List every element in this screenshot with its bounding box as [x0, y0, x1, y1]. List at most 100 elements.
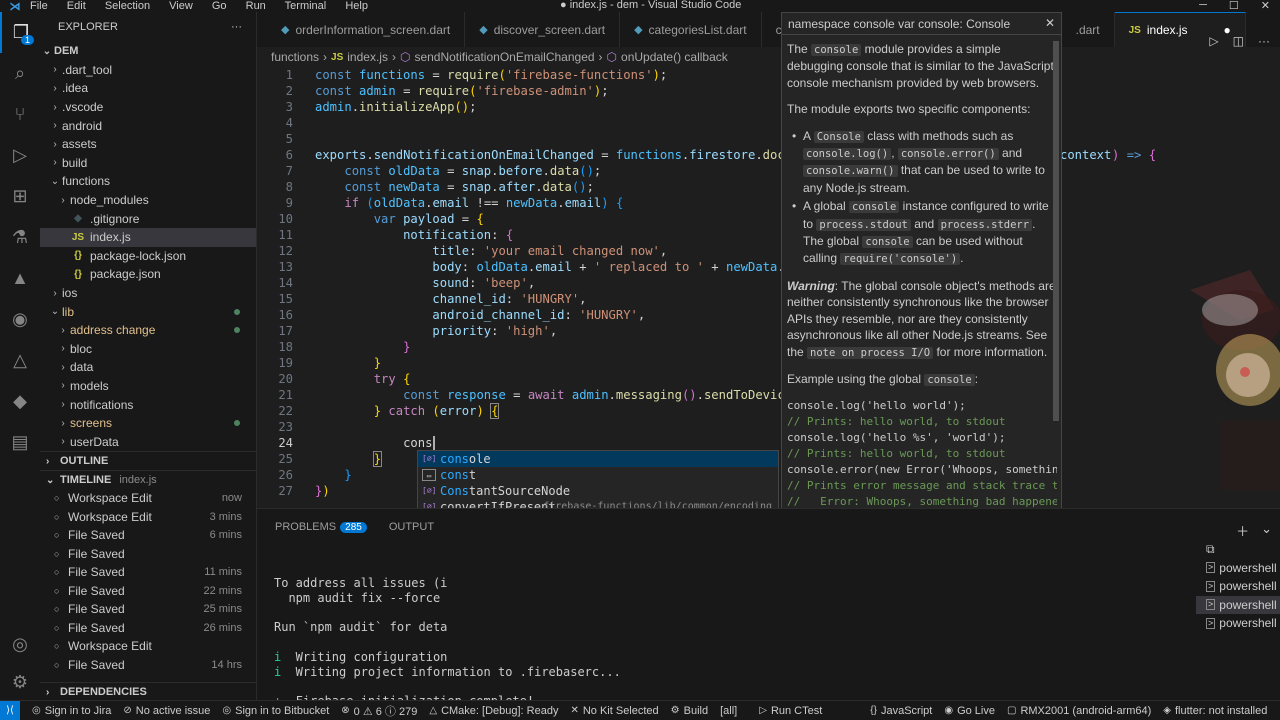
tree-item[interactable]: {} package-lock.json [40, 247, 256, 266]
explorer-activity[interactable]: ❐ 1 [0, 12, 40, 53]
note-link[interactable]: note on process I/O [807, 346, 934, 359]
accounts-activity[interactable]: ◎ [0, 624, 40, 665]
testing-activity[interactable]: ⚗ [0, 217, 40, 258]
cmake-activity[interactable]: △ [0, 340, 40, 381]
dependencies-section[interactable]: › DEPENDENCIES [40, 682, 256, 700]
github-activity[interactable]: ◉ [0, 299, 40, 340]
timeline-item[interactable]: ○ File Saved [40, 545, 256, 564]
status-item[interactable]: {} JavaScript [870, 703, 932, 719]
tab-categories-list[interactable]: ◆ categoriesList.dart [620, 12, 762, 47]
breadcrumb-file[interactable]: index.js [347, 50, 388, 64]
timeline-item[interactable]: ○ Workspace Edit now [40, 489, 256, 508]
suggestion-item[interactable]: ▭ const [418, 467, 778, 483]
tree-item[interactable]: › screens [40, 414, 256, 433]
close-window-icon[interactable]: ✕ [1261, 0, 1270, 12]
hover-scrollbar[interactable] [1053, 41, 1059, 421]
status-item[interactable]: △ CMake: [Debug]: Ready [429, 703, 558, 719]
status-item[interactable]: ⚙ Build [671, 703, 708, 719]
terminal-item[interactable]: > powershell [1196, 577, 1280, 596]
new-terminal-icon[interactable]: ＋ [1236, 521, 1249, 540]
tree-item[interactable]: › bloc [40, 340, 256, 359]
notebook-activity[interactable]: ▤ [0, 422, 40, 463]
source-control-activity[interactable]: ⑂ [0, 94, 40, 135]
more-actions-icon[interactable]: ··· [231, 21, 242, 33]
tree-item[interactable]: › .dart_tool [40, 61, 256, 80]
close-icon[interactable]: ✕ [1045, 16, 1055, 30]
status-item[interactable]: ⊘ No active issue [123, 703, 210, 719]
search-activity[interactable]: ⌕ [0, 53, 40, 94]
suggestion-item[interactable]: [∅] ConstantSourceNode [418, 483, 778, 499]
run-icon[interactable]: ▷ [1209, 34, 1218, 48]
tree-item[interactable]: {} package.json [40, 265, 256, 284]
tree-item[interactable]: › address change [40, 321, 256, 340]
suggestion-item[interactable]: [∅] console [418, 451, 778, 467]
status-item[interactable]: ✕ No Kit Selected [570, 703, 658, 719]
status-item[interactable]: ⊗ 0 ⚠ 6 ⓘ 279 [341, 703, 417, 719]
minimize-icon[interactable]: ─ [1199, 0, 1207, 12]
tree-item[interactable]: › userData [40, 432, 256, 451]
tree-item[interactable]: ◆ .gitignore [40, 209, 256, 228]
timeline-item[interactable]: ○ File Saved 22 mins [40, 582, 256, 601]
status-item[interactable]: [all] [720, 703, 737, 719]
tree-item[interactable]: › notifications [40, 395, 256, 414]
chevron-down-icon[interactable]: ⌄ [1261, 521, 1272, 540]
tree-item[interactable]: › .vscode [40, 98, 256, 117]
split-editor-icon[interactable]: ◫ [1233, 34, 1244, 48]
terminal-item[interactable]: > powershell [1196, 559, 1280, 578]
tree-item[interactable]: ⌄ lib [40, 302, 256, 321]
tree-item[interactable]: › data [40, 358, 256, 377]
status-item[interactable]: ▢ RMX2001 (android-arm64) [1007, 703, 1151, 719]
timeline-item[interactable]: ○ Workspace Edit [40, 637, 256, 656]
tree-item[interactable]: › node_modules [40, 191, 256, 210]
timeline-item[interactable]: ○ File Saved 11 mins [40, 563, 256, 582]
breadcrumb-symbol[interactable]: sendNotificationOnEmailChanged [414, 50, 594, 64]
extensions-activity[interactable]: ⊞ [0, 176, 40, 217]
terminal-output[interactable]: To address all issues (i npm audit fix -… [274, 561, 621, 720]
maximize-icon[interactable]: ☐ [1229, 0, 1239, 12]
more-actions-icon[interactable]: ··· [1258, 34, 1270, 48]
tree-item[interactable]: › models [40, 377, 256, 396]
terminal-item[interactable]: > powershell [1196, 595, 1280, 614]
menu-file[interactable]: File [30, 0, 48, 12]
status-item[interactable]: ◎ Sign in to Bitbucket [222, 703, 329, 719]
status-item[interactable]: ◎ Sign in to Jira [32, 703, 111, 719]
timeline-item[interactable]: ○ Workspace Edit 3 mins [40, 508, 256, 527]
menu-go[interactable]: Go [212, 0, 227, 12]
run-debug-activity[interactable]: ▷ [0, 135, 40, 176]
tree-item[interactable]: › .idea [40, 79, 256, 98]
menu-help[interactable]: Help [345, 0, 368, 12]
terminal-group-icon[interactable]: ⧉ [1196, 540, 1280, 559]
tree-item[interactable]: › build [40, 154, 256, 173]
tree-item[interactable]: › ios [40, 284, 256, 303]
tree-item[interactable]: ⌄ functions [40, 172, 256, 191]
tree-item[interactable]: › assets [40, 135, 256, 154]
outline-section[interactable]: › OUTLINE [40, 451, 256, 470]
tab-dart-file[interactable]: .dart [1062, 12, 1115, 47]
timeline-item[interactable]: ○ File Saved 6 mins [40, 526, 256, 545]
menu-selection[interactable]: Selection [105, 0, 150, 12]
tree-item[interactable]: JS index.js [40, 227, 256, 247]
jira-activity[interactable]: ◆ [0, 381, 40, 422]
manage-activity[interactable]: ⚙ [0, 662, 40, 703]
code-editor[interactable]: 1 2 3 4 5 6 7 8 9 10 11 12 13 14 15 16 17 18 19 20 21 22 23 24 2… [257, 67, 1280, 508]
tab-output[interactable]: OUTPUT [389, 521, 434, 533]
breadcrumb-callback[interactable]: onUpdate() callback [621, 50, 728, 64]
workspace-root[interactable]: ⌄ DEM [40, 42, 256, 61]
tab-discover-screen[interactable]: ◆ discover_screen.dart [465, 12, 621, 47]
tab-order-information[interactable]: ◆ orderInformation_screen.dart [257, 12, 466, 47]
breadcrumb-folder[interactable]: functions [271, 50, 319, 64]
menu-terminal[interactable]: Terminal [285, 0, 327, 12]
menu-run[interactable]: Run [246, 0, 266, 12]
timeline-item[interactable]: ○ File Saved 25 mins [40, 600, 256, 619]
tree-item[interactable]: › android [40, 116, 256, 135]
status-item[interactable]: ▷ Run CTest [759, 703, 822, 719]
status-item[interactable]: ◉ Go Live [944, 703, 995, 719]
status-item[interactable]: ◈ flutter: not installed [1163, 703, 1267, 719]
timeline-item[interactable]: ○ File Saved 26 mins [40, 619, 256, 638]
remote-indicator-icon[interactable]: ⟩⟨ [0, 700, 20, 720]
menu-view[interactable]: View [169, 0, 193, 12]
timeline-section[interactable]: ⌄ TIMELINE index.js [40, 470, 256, 489]
tab-problems[interactable]: PROBLEMS 285 [275, 521, 367, 533]
terminal-item[interactable]: > powershell [1196, 614, 1280, 633]
remote-activity[interactable]: ▲ [0, 258, 40, 299]
